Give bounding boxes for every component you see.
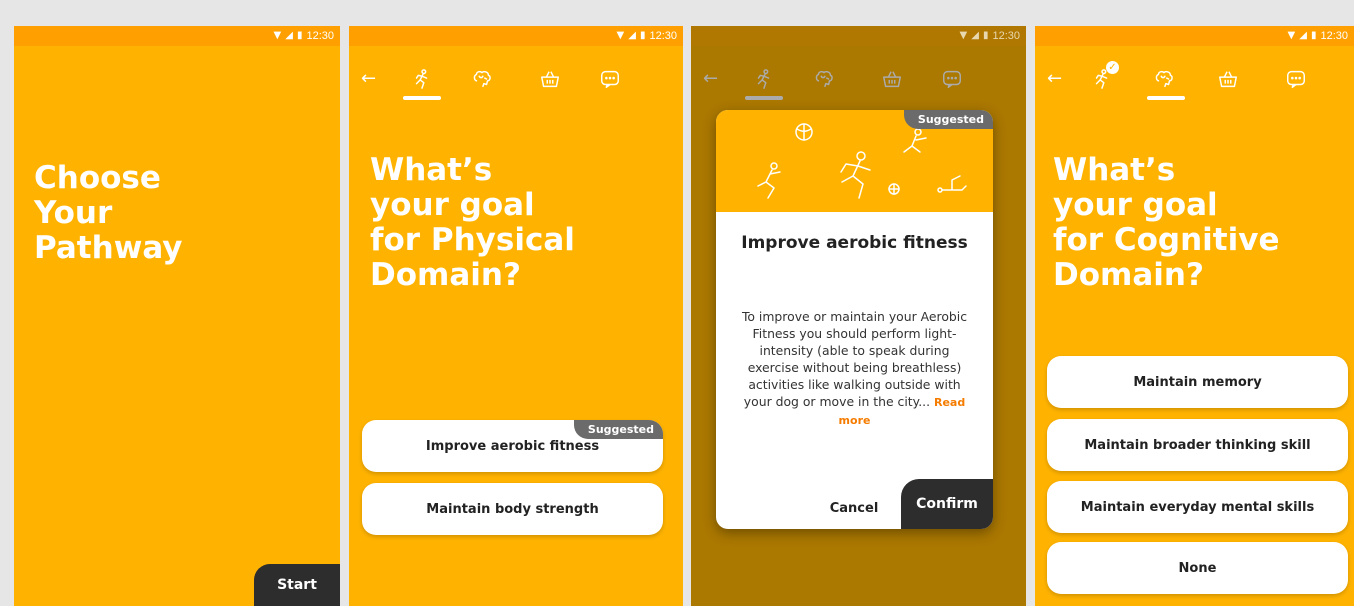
signal-icon: ◢ [971, 30, 979, 41]
physical-runner-icon[interactable] [407, 64, 437, 94]
title-line: your goal [1053, 187, 1218, 223]
chat-bubble-icon[interactable] [595, 64, 625, 94]
title-line: for Physical [370, 222, 575, 258]
signal-icon: ◢ [285, 30, 293, 41]
battery-icon: ▮ [296, 30, 303, 41]
description-text: To improve or maintain your Aerobic Fitn… [741, 309, 968, 409]
title-line: Your [34, 195, 113, 231]
option-improve-aerobic-fitness[interactable]: Suggested Improve aerobic fitness [362, 420, 663, 472]
status-time: 12:30 [649, 30, 677, 42]
dialog-description: To improve or maintain your Aerobic Fitn… [738, 308, 971, 429]
wifi-icon: ▼ [273, 30, 282, 41]
title-line: your goal [370, 187, 535, 223]
screen-physical-goal: ▼ ◢ ▮ 12:30 ← What’s your goal for Physi… [349, 26, 683, 606]
basket-icon[interactable] [535, 64, 565, 94]
title-line: Choose [34, 160, 161, 196]
arrow-left-icon[interactable]: ← [1047, 68, 1062, 89]
basket-icon[interactable] [1213, 64, 1243, 94]
option-maintain-broader-thinking-skill[interactable]: Maintain broader thinking skill [1047, 419, 1348, 471]
cognitive-brain-icon[interactable] [467, 64, 497, 94]
signal-icon: ◢ [1299, 30, 1307, 41]
suggested-badge: Suggested [903, 110, 993, 129]
option-maintain-memory[interactable]: Maintain memory [1047, 356, 1348, 408]
wifi-icon: ▼ [1287, 30, 1296, 41]
status-time: 12:30 [992, 30, 1020, 42]
page-title: What’s your goal for Cognitive Domain? [1053, 153, 1353, 293]
title-line: Domain? [370, 257, 521, 293]
battery-icon: ▮ [982, 30, 989, 41]
physical-runner-icon[interactable]: ✓ [1087, 61, 1119, 94]
option-label: None [1178, 560, 1217, 576]
title-line: Pathway [34, 230, 183, 266]
status-bar: ▼ ◢ ▮ 12:30 [14, 26, 340, 46]
option-maintain-everyday-mental-skills[interactable]: Maintain everyday mental skills [1047, 481, 1348, 533]
cognitive-brain-icon[interactable] [1149, 64, 1179, 94]
option-maintain-body-strength[interactable]: Maintain body strength [362, 483, 663, 535]
domain-nav: ← [349, 60, 683, 100]
arrow-left-icon[interactable]: ← [361, 68, 376, 89]
cancel-button[interactable]: Cancel [830, 497, 879, 519]
option-label: Maintain broader thinking skill [1084, 437, 1311, 453]
status-bar: ▼ ◢ ▮ 12:30 [1035, 26, 1354, 46]
option-label: Maintain body strength [426, 501, 599, 517]
screen-confirm-goal: ▼ ◢ ▮ 12:30 ← Suggested Improve aerobic … [691, 26, 1026, 606]
status-time: 12:30 [306, 30, 334, 42]
option-label: Maintain everyday mental skills [1080, 499, 1315, 515]
status-time: 12:30 [1320, 30, 1348, 42]
battery-icon: ▮ [1310, 30, 1317, 41]
dialog-title: Improve aerobic fitness [741, 233, 968, 253]
chat-bubble-icon[interactable] [1281, 64, 1311, 94]
title-line: Domain? [1053, 257, 1204, 293]
screen-cognitive-goal: ▼ ◢ ▮ 12:30 ← ✓ What’s your goal for Cog… [1035, 26, 1354, 606]
active-tab-indicator [1147, 96, 1185, 100]
domain-nav: ← ✓ [1035, 60, 1354, 100]
option-label: Maintain memory [1133, 374, 1262, 390]
check-icon: ✓ [1106, 61, 1119, 74]
title-line: What’s [1053, 152, 1176, 188]
title-line: for Cognitive [1053, 222, 1280, 258]
screen-choose-pathway: ▼ ◢ ▮ 12:30 Choose Your Pathway Start [14, 26, 340, 606]
battery-icon: ▮ [639, 30, 646, 41]
page-title: Choose Your Pathway [34, 161, 324, 266]
start-button[interactable]: Start [254, 564, 340, 606]
page-title: What’s your goal for Physical Domain? [370, 153, 670, 293]
active-tab-indicator [403, 96, 441, 100]
status-bar: ▼ ◢ ▮ 12:30 [349, 26, 683, 46]
suggested-badge: Suggested [573, 420, 663, 439]
wifi-icon: ▼ [616, 30, 625, 41]
confirm-button[interactable]: Confirm [901, 479, 993, 529]
goal-detail-dialog: Suggested Improve aerobic fitness To imp… [716, 110, 993, 529]
signal-icon: ◢ [628, 30, 636, 41]
wifi-icon: ▼ [959, 30, 968, 41]
title-line: What’s [370, 152, 493, 188]
option-label: Improve aerobic fitness [425, 438, 600, 454]
status-bar: ▼ ◢ ▮ 12:30 [691, 26, 1026, 46]
option-none[interactable]: None [1047, 542, 1348, 594]
